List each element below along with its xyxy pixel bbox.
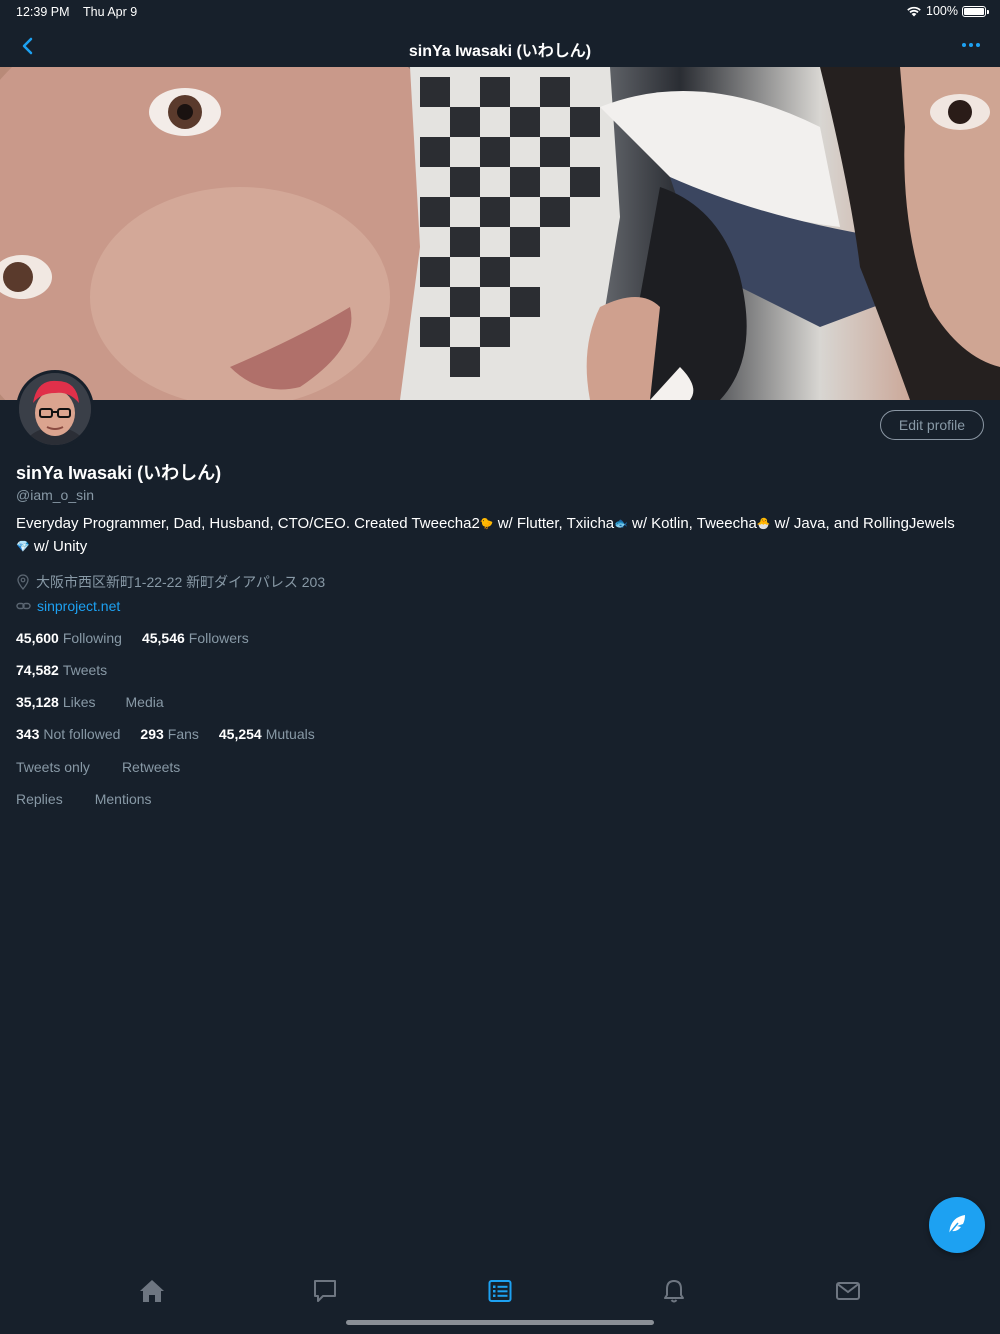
location-pin-icon (17, 574, 29, 590)
follow-stats-row: 45,600 Following 45,546 Followers (16, 630, 269, 646)
bio-emoji: 🐣 (756, 518, 771, 530)
mutuals-stat[interactable]: 45,254 Mutuals (219, 726, 315, 742)
retweets-link[interactable]: Retweets (122, 759, 180, 775)
followers-count: 45,546 (141, 630, 185, 646)
not-followed-count: 343 (16, 726, 40, 742)
replies-link[interactable]: Replies (16, 791, 63, 807)
bio-text: Everyday Programmer, Dad, Husband, CTO/C… (16, 515, 480, 532)
profile-handle: @iam_o_sin (16, 487, 95, 503)
bio-emoji: 💎 (16, 540, 30, 553)
not-followed-stat[interactable]: 343 Not followed (16, 726, 120, 742)
bio-emoji: 🐤 (479, 518, 494, 530)
followers-label: Followers (188, 630, 249, 646)
tab-home[interactable] (132, 1275, 172, 1307)
location-row: 大阪市西区新町1-22-22 新町ダイアパレス 203 (16, 572, 325, 592)
mentions-link[interactable]: Mentions (95, 791, 152, 807)
lists-icon (488, 1280, 512, 1302)
url-row: sinproject.net (16, 598, 120, 614)
not-followed-label: Not followed (43, 726, 121, 742)
following-count: 45,600 (16, 630, 59, 646)
profile-url-link[interactable]: sinproject.net (37, 598, 120, 614)
profile-banner[interactable] (0, 67, 1000, 400)
bottom-tab-bar (0, 1265, 1000, 1317)
likes-stats-row: 35,128 Likes Media (16, 694, 196, 710)
bio-emoji: 🐟 (614, 518, 628, 530)
mail-icon (836, 1282, 860, 1300)
following-label: Following (62, 630, 122, 646)
mutuals-count: 45,254 (218, 726, 262, 742)
messages-icon (314, 1280, 336, 1302)
status-left: 12:39 PM Thu Apr 9 (16, 5, 137, 19)
avatar-image (19, 373, 91, 445)
tab-mail[interactable] (828, 1275, 868, 1307)
status-time: 12:39 PM (16, 5, 70, 19)
notifications-icon (664, 1280, 684, 1303)
tweets-stat[interactable]: 74,582 Tweets (16, 662, 107, 678)
likes-count: 35,128 (16, 694, 59, 710)
status-date: Thu Apr 9 (83, 5, 138, 19)
edit-profile-button[interactable]: Edit profile (880, 410, 984, 440)
status-right: 100% (906, 4, 989, 18)
feather-icon (947, 1215, 965, 1236)
battery-icon (962, 5, 989, 17)
profile-bio: Everyday Programmer, Dad, Husband, CTO/C… (16, 513, 986, 558)
bio-text: w/ Flutter, Txiicha (493, 515, 615, 532)
bio-text: w/ Unity (29, 537, 88, 555)
likes-stat[interactable]: 35,128 Likes (16, 694, 96, 710)
banner-image (0, 67, 1000, 400)
media-link[interactable]: Media (126, 694, 164, 710)
fans-label: Fans (167, 726, 199, 742)
filter-row-1: Tweets only Retweets (16, 759, 212, 775)
more-button[interactable] (960, 34, 982, 56)
battery-percent: 100% (926, 4, 958, 18)
wifi-icon (907, 6, 921, 17)
following-stat[interactable]: 45,600 Following (16, 630, 122, 646)
home-icon (140, 1280, 164, 1302)
nav-title: sinYa Iwasaki (いわしん) (408, 43, 592, 60)
tweets-label: Tweets (62, 662, 108, 678)
tweets-count: 74,582 (16, 662, 59, 678)
tab-messages[interactable] (305, 1275, 345, 1307)
bio-text: w/ Java, and RollingJewels (770, 515, 955, 532)
location-text: 大阪市西区新町1-22-22 新町ダイアパレス 203 (36, 574, 326, 590)
followers-stat[interactable]: 45,546 Followers (142, 630, 249, 646)
tab-lists[interactable] (480, 1275, 520, 1307)
more-icon (962, 43, 980, 47)
tab-notifications[interactable] (654, 1275, 694, 1307)
battery-level (964, 7, 984, 15)
link-icon (16, 602, 31, 610)
home-indicator (346, 1320, 654, 1325)
mutuals-label: Mutuals (265, 726, 315, 742)
tweets-only-link[interactable]: Tweets only (16, 759, 90, 775)
fans-count: 293 (140, 726, 164, 742)
compose-tweet-button[interactable] (929, 1197, 985, 1253)
likes-label: Likes (62, 694, 96, 710)
profile-name: sinYa Iwasaki (いわしん) (16, 463, 222, 483)
relationship-stats-row: 343 Not followed 293 Fans 45,254 Mutuals (16, 726, 335, 742)
avatar[interactable] (16, 370, 94, 448)
fans-stat[interactable]: 293 Fans (140, 726, 198, 742)
filter-row-2: Replies Mentions (16, 791, 184, 807)
nav-bar: sinYa Iwasaki (いわしん) (0, 24, 1000, 67)
status-bar: 12:39 PM Thu Apr 9 100% (0, 0, 1000, 24)
tweets-stats-row: 74,582 Tweets (16, 662, 127, 678)
bio-text: w/ Kotlin, Tweecha (627, 515, 757, 532)
